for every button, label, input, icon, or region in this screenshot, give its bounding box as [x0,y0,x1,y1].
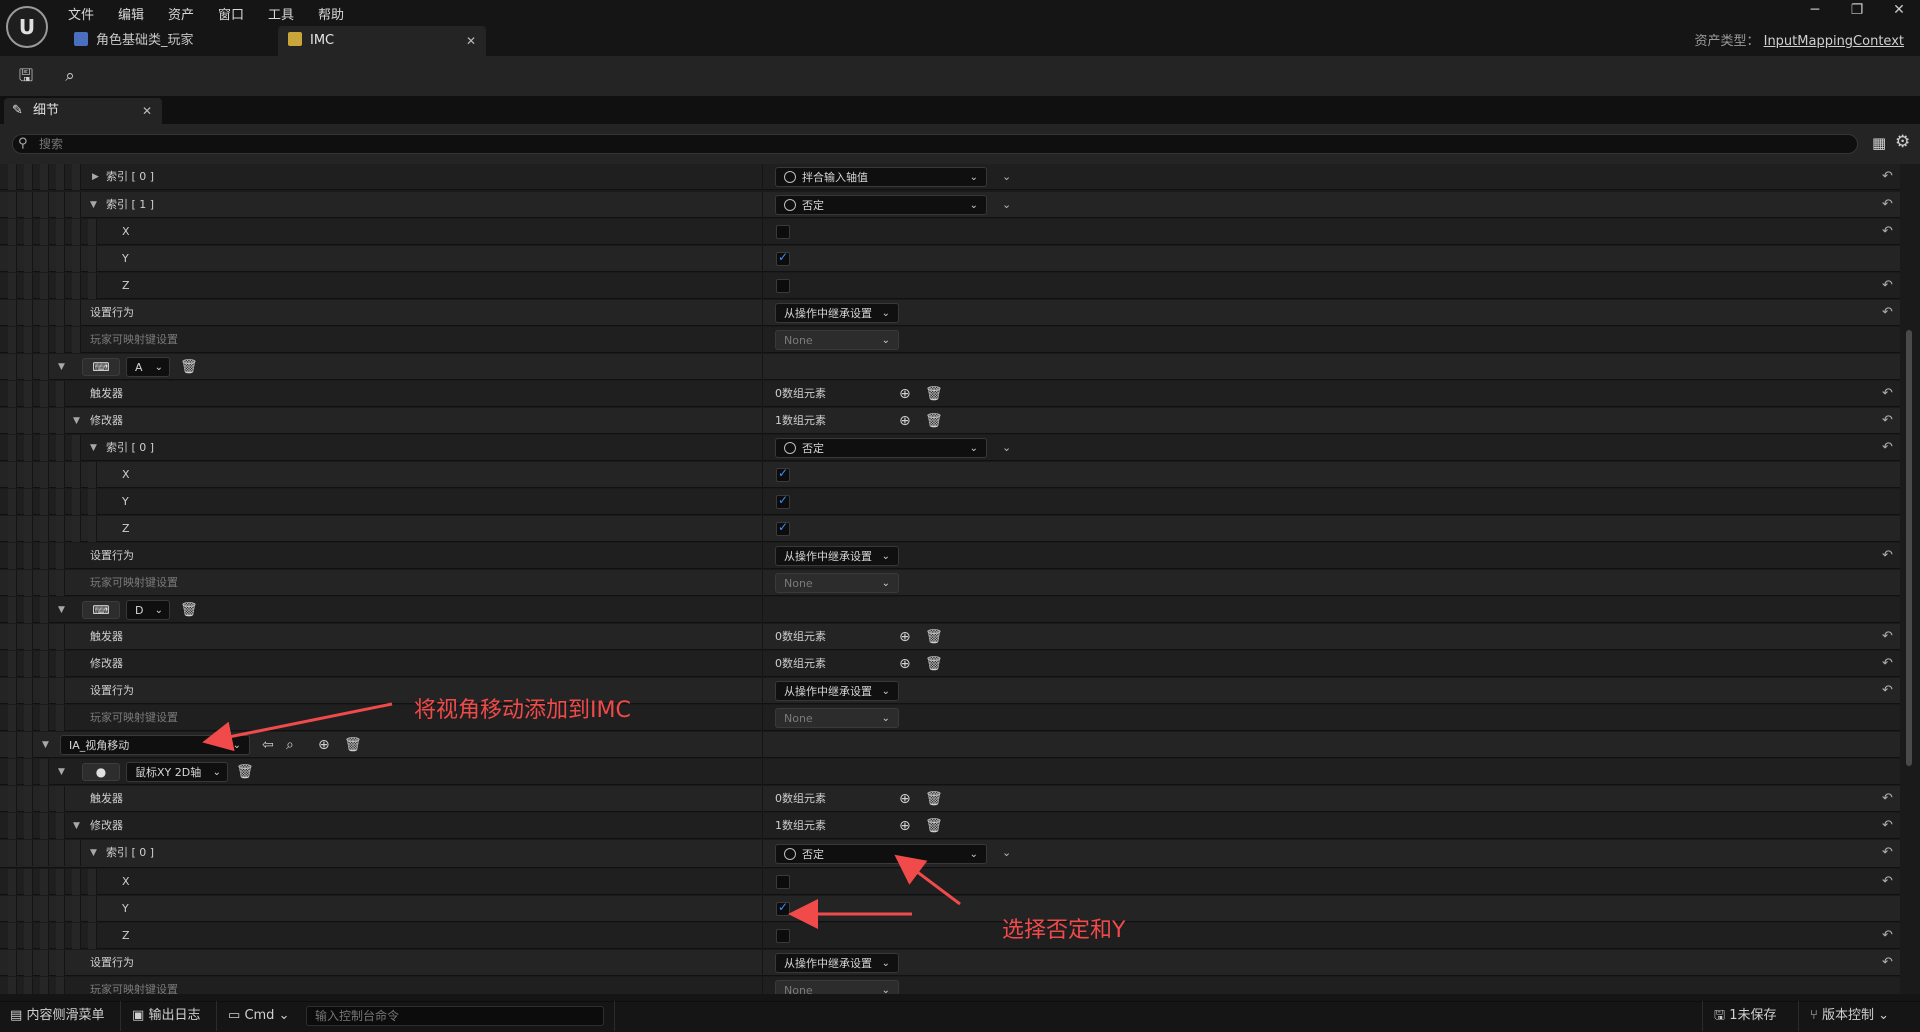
unsaved-button[interactable]: 🖫 1未保存 [1714,1001,1777,1031]
annotation-arrow [894,854,961,906]
unsaved-label: 1未保存 [1729,1008,1777,1023]
console-command-input[interactable] [306,1006,604,1026]
console-icon: ▭ [228,1008,241,1023]
output-log-button[interactable]: ▣ 输出日志 [132,1001,200,1031]
output-log-label: 输出日志 [148,1008,201,1023]
annotation-choose-negate-y: 选择否定和Y [1002,918,1126,943]
annotation-arrow [202,702,393,752]
cmd-label: Cmd [244,1008,275,1023]
save-status-icon: 🖫 [1714,1008,1726,1023]
source-control-label: 版本控制 [1821,1008,1874,1023]
source-control-button[interactable]: ⑂ 版本控制 ⌄ [1810,1001,1889,1031]
annotation-add-to-imc: 将视角移动添加到IMC [414,698,631,723]
annotation-arrows [202,702,961,929]
content-drawer-button[interactable]: ▤ 内容侧滑菜单 [10,1001,104,1031]
content-drawer-label: 内容侧滑菜单 [26,1008,105,1023]
cmd-dropdown[interactable]: ▭ Cmd ⌄ [228,1001,289,1031]
content-drawer-icon: ▤ [10,1008,23,1023]
log-icon: ▣ [132,1008,145,1023]
branch-icon: ⑂ [1810,1008,1818,1023]
